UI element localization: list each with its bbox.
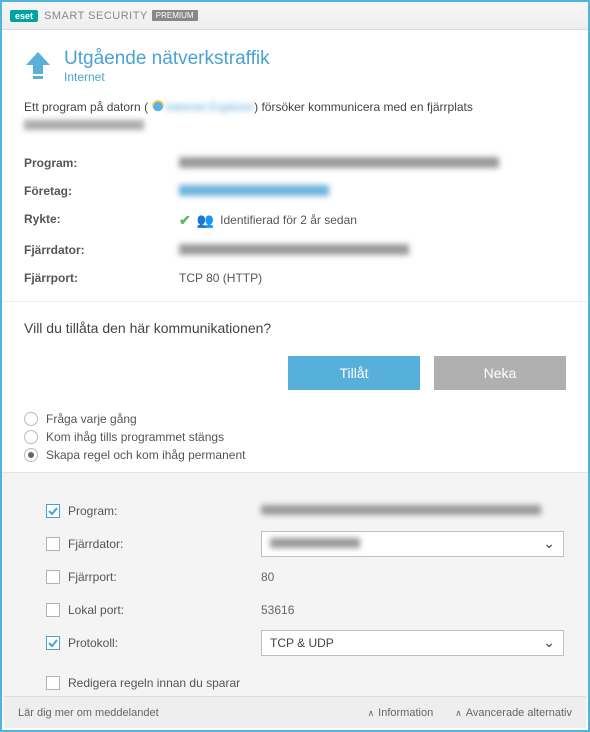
rule-remote-select[interactable]: ⌄ (261, 531, 564, 557)
deny-button[interactable]: Neka (434, 356, 566, 390)
chevron-down-icon: ⌄ (543, 535, 555, 552)
company-value (179, 184, 566, 198)
radio-rule-label: Skapa regel och kom ihåg permanent (46, 448, 245, 462)
chevron-down-icon: ⌄ (543, 634, 555, 651)
learn-more-link[interactable]: Lär dig mer om meddelandet (18, 707, 159, 719)
prompt-question: Vill du tillåta den här kommunikationen? (24, 320, 566, 336)
rule-edit-before-save-checkbox[interactable] (46, 676, 60, 690)
reputation-label: Rykte: (24, 212, 179, 229)
rule-protocol-select[interactable]: TCP & UDP ⌄ (261, 630, 564, 656)
toggle-information[interactable]: ∧Information (368, 707, 434, 719)
rule-program-checkbox[interactable] (46, 504, 60, 518)
remoteport-label: Fjärrport: (24, 271, 179, 285)
rule-localport-label: Lokal port: (68, 603, 124, 617)
rule-edit-before-save-label: Redigera regeln innan du sparar (68, 676, 240, 690)
reputation-value: ✔ 👥 Identifierad för 2 år sedan (179, 212, 566, 229)
radio-ask-every-time[interactable] (24, 412, 38, 426)
program-label: Program: (24, 156, 179, 170)
rule-localport-checkbox[interactable] (46, 603, 60, 617)
toggle-advanced[interactable]: ∧Avancerade alternativ (455, 707, 572, 719)
app-name: Internet Explorer (165, 100, 254, 114)
dialog-title: Utgående nätverkstraffik (64, 48, 270, 70)
rule-program-value (261, 504, 564, 518)
outbound-arrow-icon (24, 52, 52, 82)
internet-explorer-icon (151, 99, 165, 113)
rule-remote-label: Fjärrdator: (68, 537, 123, 551)
rule-remoteport-checkbox[interactable] (46, 570, 60, 584)
check-icon: ✔ (179, 212, 191, 229)
radio-remember-session[interactable] (24, 430, 38, 444)
divider (2, 301, 588, 302)
blurred-host-line (24, 120, 144, 130)
allow-button[interactable]: Tillåt (288, 356, 420, 390)
company-label: Företag: (24, 184, 179, 198)
rule-remoteport-value: 80 (261, 570, 564, 584)
dialog-subtitle: Internet (64, 70, 270, 84)
rule-remote-selected (270, 537, 360, 551)
radio-ask-label: Fråga varje gång (46, 412, 137, 426)
connection-details: Program: Företag: Rykte: ✔ 👥 Identifiera… (24, 148, 566, 291)
community-icon: 👥 (197, 212, 214, 229)
remote-label: Fjärrdator: (24, 243, 179, 257)
radio-session-label: Kom ihåg tills programmet stängs (46, 430, 224, 444)
rule-remoteport-label: Fjärrport: (68, 570, 117, 584)
radio-create-rule[interactable] (24, 448, 38, 462)
brand-badge: eset (10, 10, 38, 22)
chevron-up-icon: ∧ (455, 708, 462, 718)
rule-protocol-checkbox[interactable] (46, 636, 60, 650)
rule-remote-checkbox[interactable] (46, 537, 60, 551)
remote-value (179, 243, 566, 257)
rule-panel: Program: Fjärrdator: ⌄ (2, 472, 588, 719)
remoteport-value: TCP 80 (HTTP) (179, 271, 566, 285)
chevron-up-icon: ∧ (368, 708, 375, 718)
rule-protocol-label: Protokoll: (68, 636, 118, 650)
rule-program-label: Program: (68, 504, 117, 518)
rule-protocol-selected: TCP & UDP (270, 636, 334, 650)
dialog-footer: Lär dig mer om meddelandet ∧Information … (4, 696, 586, 728)
edition-badge: PREMIUM (152, 10, 198, 21)
remember-options: Fråga varje gång Kom ihåg tills programm… (24, 412, 566, 462)
rule-localport-value: 53616 (261, 603, 564, 617)
app-header: eset SMART SECURITY PREMIUM (2, 2, 588, 30)
product-name: SMART SECURITY (44, 10, 148, 22)
program-value (179, 156, 566, 170)
intro-text: Ett program på datorn ( Internet Explore… (24, 98, 566, 134)
